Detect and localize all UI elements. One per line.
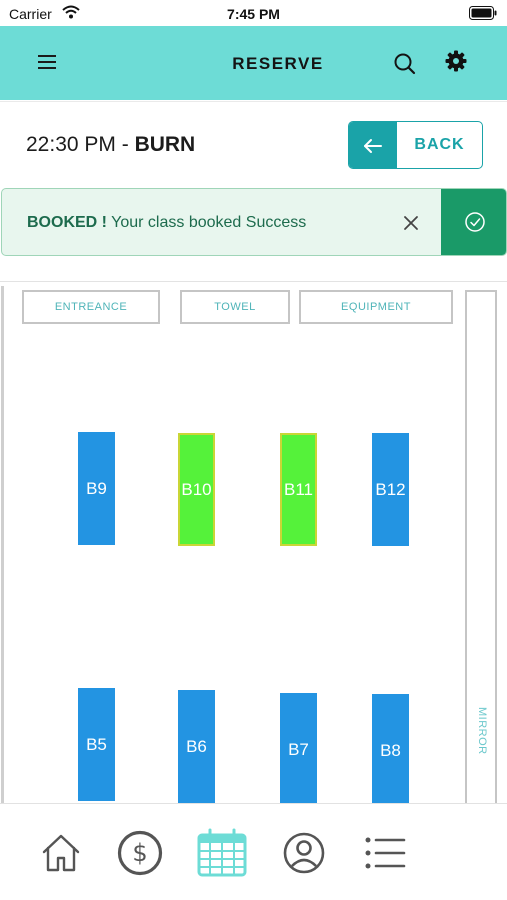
svg-text:$: $	[132, 839, 147, 867]
bike-b5[interactable]: B5	[78, 688, 115, 801]
status-bar: Carrier 7:45 PM	[0, 0, 507, 26]
mirror-wall: MIRROR	[465, 290, 497, 803]
back-button-label: BACK	[414, 136, 465, 153]
mirror-label: MIRROR	[476, 707, 488, 755]
list-icon[interactable]	[360, 828, 410, 878]
clock: 7:45 PM	[227, 6, 280, 22]
close-icon[interactable]	[401, 213, 421, 233]
bike-b12[interactable]: B12	[372, 433, 409, 546]
bike-b9[interactable]: B9	[78, 432, 115, 545]
left-wall	[1, 286, 4, 803]
home-icon[interactable]	[36, 828, 86, 878]
success-alert: BOOKED ! Your class booked Success	[1, 188, 507, 256]
class-info-row: 22:30 PM - BURN BACK	[0, 101, 507, 186]
equipment-zone: EQUIPMENT	[299, 290, 453, 324]
class-time: 22:30 PM -	[26, 133, 135, 156]
alert-message: BOOKED ! Your class booked Success	[27, 214, 306, 232]
search-icon[interactable]	[393, 52, 417, 76]
check-circle-icon	[441, 189, 506, 255]
bike-b10[interactable]: B10	[178, 433, 215, 546]
alert-title: BOOKED !	[27, 214, 107, 231]
towel-zone: TOWEL	[180, 290, 290, 324]
class-name: BURN	[134, 133, 196, 156]
back-arrow-icon	[349, 122, 397, 168]
page-title: RESERVE	[232, 54, 324, 73]
alert-text: Your class booked Success	[107, 214, 307, 231]
studio-map: ENTREANCE TOWEL EQUIPMENT MIRROR B9 B10 …	[0, 281, 507, 803]
bike-b8[interactable]: B8	[372, 694, 409, 803]
entrance-zone: ENTREANCE	[22, 290, 160, 324]
bike-b7[interactable]: B7	[280, 693, 317, 803]
class-title: 22:30 PM - BURN	[26, 133, 195, 157]
gear-icon[interactable]	[444, 49, 468, 73]
profile-icon[interactable]	[279, 828, 329, 878]
bottom-nav: $	[0, 803, 507, 900]
bike-b6[interactable]: B6	[178, 690, 215, 803]
app-header: RESERVE	[0, 26, 507, 100]
calendar-icon[interactable]	[196, 828, 247, 878]
back-button[interactable]: BACK	[348, 121, 483, 169]
battery-icon	[469, 6, 497, 20]
bike-b11[interactable]: B11	[280, 433, 317, 546]
dollar-icon[interactable]: $	[115, 828, 165, 878]
